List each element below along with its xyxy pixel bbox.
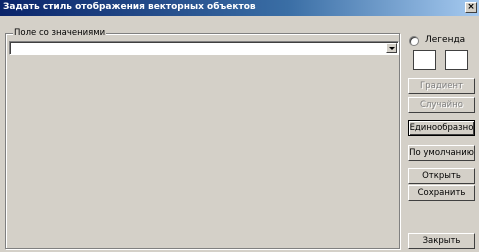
values-field-combobox[interactable] (9, 41, 399, 55)
legend-color-swatch-right[interactable] (445, 50, 468, 70)
legend-radio[interactable] (409, 36, 419, 46)
save-button[interactable]: Сохранить (408, 185, 475, 201)
values-field-label: Поле со значениями (13, 28, 107, 38)
values-field-group (5, 33, 400, 249)
close-icon[interactable]: × (465, 2, 477, 13)
default-style-button[interactable]: По умолчанию (408, 145, 475, 161)
legend-label: Легенда (425, 35, 466, 45)
legend-color-swatch-left[interactable] (413, 50, 436, 70)
random-button[interactable]: Случайно (408, 97, 475, 113)
open-button[interactable]: Открыть (408, 168, 475, 184)
dialog-title: Задать стиль отображения векторных объек… (3, 2, 256, 12)
combobox-dropdown-button[interactable] (386, 43, 397, 53)
chevron-down-icon (389, 47, 395, 50)
dialog-window: Задать стиль отображения векторных объек… (0, 0, 479, 252)
title-bar[interactable]: Задать стиль отображения векторных объек… (0, 0, 479, 16)
uniform-button[interactable]: Единообразно (408, 120, 475, 136)
gradient-button[interactable]: Градиент (408, 78, 475, 94)
close-button[interactable]: Закрыть (408, 233, 475, 249)
